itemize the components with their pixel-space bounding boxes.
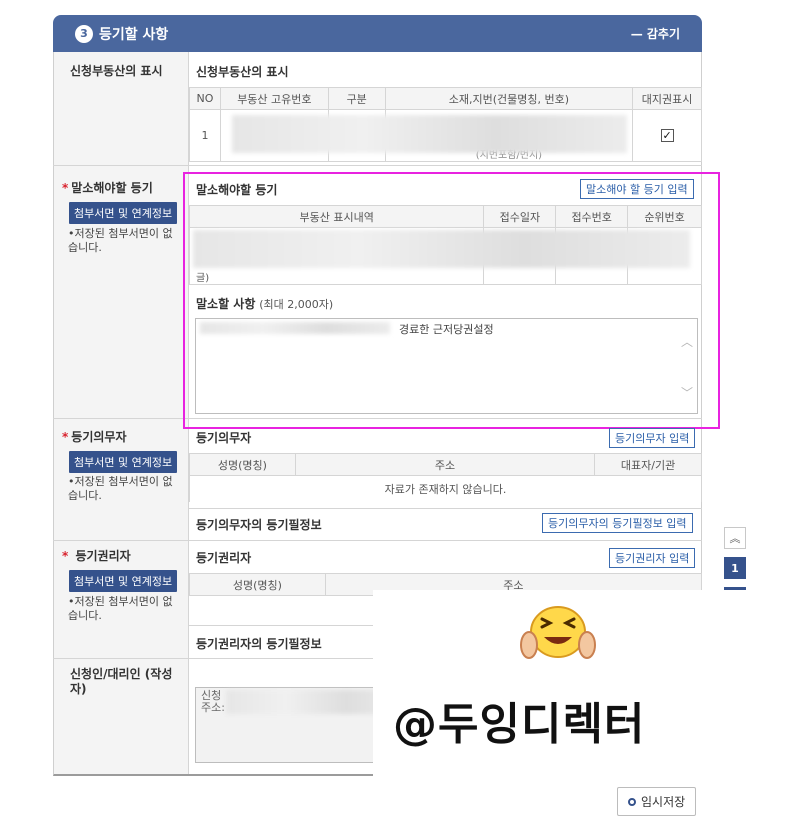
rightholder-label: * 등기권리자 bbox=[62, 547, 131, 564]
highlight-box bbox=[183, 172, 720, 429]
col-representative: 대표자/기관 bbox=[594, 453, 702, 476]
step-number-badge: 3 bbox=[75, 24, 93, 43]
col-name: 성명(명칭) bbox=[189, 453, 296, 476]
col-land-right: 대지권표시 bbox=[632, 87, 702, 110]
cancel-attach-note: •저장된 첨부서면이 없습니다. bbox=[68, 227, 173, 254]
applicant-line2: 주소: bbox=[201, 701, 225, 714]
property-title: 신청부동산의 표시 bbox=[196, 65, 289, 79]
property-label: 신청부동산의 표시 bbox=[70, 64, 163, 78]
obligor-title: 등기의무자 bbox=[196, 431, 252, 445]
cancel-attach-button[interactable]: 첨부서면 및 연계정보 bbox=[69, 202, 178, 224]
rightholder-attach-button[interactable]: 첨부서면 및 연계정보 bbox=[69, 570, 178, 592]
obligor-label: * 등기의무자 bbox=[62, 428, 126, 445]
col-no: NO bbox=[189, 87, 221, 110]
row-divider bbox=[189, 508, 702, 509]
obligor-table: 성명(명칭) 주소 대표자/기관 자료가 존재하지 않습니다. bbox=[189, 453, 702, 502]
cancel-label-text: 말소해야할 등기 bbox=[71, 181, 153, 195]
obligor-label-text: 등기의무자 bbox=[71, 430, 127, 444]
rightholder-input-button[interactable]: 등기권리자 입력 bbox=[609, 548, 696, 568]
col-address: 소재,지번(건물명칭, 번호) bbox=[384, 87, 634, 110]
rightholder-info-title: 등기권리자의 등기필정보 bbox=[196, 637, 322, 651]
section-title-text: 등기할 사항 bbox=[99, 26, 169, 43]
rightholder-label-text: 등기권리자 bbox=[75, 549, 131, 563]
obligor-attach-note: •저장된 첨부서면이 없습니다. bbox=[68, 475, 173, 502]
obligor-attach-button[interactable]: 첨부서면 및 연계정보 bbox=[69, 451, 178, 473]
rightholder-title: 등기권리자 bbox=[196, 551, 252, 565]
col-address: 주소 bbox=[294, 453, 596, 476]
applicant-label: 신청인/대리인 (작성자) bbox=[70, 667, 173, 696]
obligor-info-button[interactable]: 등기의무자의 등기필정보 입력 bbox=[542, 513, 693, 533]
watermark-overlay: @두잉디렉터 bbox=[373, 590, 800, 790]
land-right-cell: ✓ bbox=[632, 109, 702, 162]
section-title: 3 등기할 사항 bbox=[75, 24, 168, 44]
temp-save-label: 임시저장 bbox=[641, 795, 686, 809]
applicant-text: 신청 주소: bbox=[201, 690, 225, 714]
section-header: 3 등기할 사항 — 감추기 bbox=[53, 15, 702, 52]
rightholder-attach-note: •저장된 첨부서면이 없습니다. bbox=[68, 595, 173, 622]
col-type: 구분 bbox=[327, 87, 386, 110]
redacted-property-info bbox=[232, 115, 627, 153]
required-mark: * bbox=[62, 549, 69, 563]
cancel-label: * 말소해야할 등기 bbox=[62, 179, 153, 196]
empty-row: 자료가 존재하지 않습니다. bbox=[189, 475, 702, 502]
row-divider bbox=[53, 540, 702, 541]
col-name: 성명(명칭) bbox=[189, 573, 326, 596]
temp-save-button[interactable]: 임시저장 bbox=[617, 787, 697, 816]
required-mark: * bbox=[62, 181, 69, 195]
scroll-top-button[interactable]: ︽ bbox=[724, 527, 746, 549]
page-number-button[interactable]: 1 bbox=[724, 557, 746, 579]
radio-dot-icon bbox=[628, 797, 636, 806]
col-unique-number: 부동산 고유번호 bbox=[219, 87, 329, 110]
row-number: 1 bbox=[189, 109, 221, 162]
collapse-button[interactable]: — 감추기 bbox=[631, 25, 680, 42]
watermark-text: @두잉디렉터 bbox=[393, 699, 646, 750]
obligor-info-title: 등기의무자의 등기필정보 bbox=[196, 518, 322, 532]
required-mark: * bbox=[62, 430, 69, 444]
smiley-emoji-icon bbox=[520, 606, 596, 659]
land-right-checkbox[interactable]: ✓ bbox=[660, 129, 674, 142]
row-divider bbox=[53, 165, 702, 166]
obligor-input-button[interactable]: 등기의무자 입력 bbox=[609, 428, 696, 448]
